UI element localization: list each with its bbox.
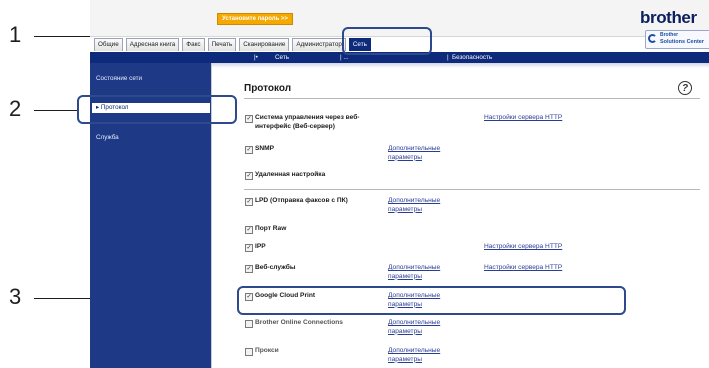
link-advanced-settings[interactable]: Дополнительные параметры	[388, 145, 458, 162]
protocol-label: LPD (Отправка факсов с ПК)	[255, 197, 348, 204]
solutions-center-line1: Brother	[660, 32, 679, 38]
checkbox-web-server[interactable]: ✓	[245, 115, 253, 123]
link-advanced-settings[interactable]: Дополнительные параметры	[388, 319, 458, 336]
tab-print[interactable]: Печать	[207, 38, 237, 51]
callout-1-highlight	[342, 27, 432, 55]
callout-2-leader	[34, 110, 77, 111]
callout-3-highlight	[237, 286, 626, 315]
solutions-center-icon	[648, 34, 657, 43]
link-advanced-settings[interactable]: Дополнительные параметры	[388, 264, 458, 281]
sidebar-item-network-status[interactable]: Состояние сети	[96, 75, 142, 82]
section-divider	[244, 189, 700, 190]
solutions-center-button[interactable]: Brother Solutions Center	[645, 30, 709, 49]
checkbox-web-services[interactable]: ✓	[245, 265, 253, 273]
callout-2-highlight	[77, 95, 237, 124]
sidebar-item-service[interactable]: Служба	[96, 134, 119, 141]
checkbox-remote-setup[interactable]: ✓	[245, 172, 253, 180]
tab-scan[interactable]: Сканирование	[239, 38, 290, 51]
subnav-network[interactable]: Сеть	[275, 52, 289, 63]
subnav-security[interactable]: Безопасность	[452, 52, 492, 63]
tab-fax[interactable]: Факс	[182, 38, 205, 51]
checkbox-brother-online[interactable]	[245, 320, 253, 328]
link-http-settings[interactable]: Настройки сервера HTTP	[484, 264, 562, 273]
page-title: Протокол	[244, 83, 292, 94]
protocol-label: Удаленная настройка	[255, 171, 326, 178]
protocol-label: Веб-службы	[255, 264, 296, 271]
link-advanced-settings[interactable]: Дополнительные параметры	[388, 197, 458, 214]
callout-3-number: 3	[9, 284, 22, 309]
content-top-shade	[212, 63, 709, 68]
set-password-button[interactable]: Установите пароль >>	[217, 13, 293, 25]
tab-administrator[interactable]: Администратор	[292, 38, 346, 51]
callout-2-number: 2	[9, 96, 22, 121]
protocol-label: Порт Raw	[255, 225, 287, 232]
tab-address-book[interactable]: Адресная книга	[125, 38, 180, 51]
link-advanced-settings[interactable]: Дополнительные параметры	[388, 347, 458, 364]
main-content: Протокол ? ✓ Система управления через ве…	[211, 63, 709, 368]
link-http-settings[interactable]: Настройки сервера HTTP	[484, 114, 562, 123]
callout-1-number: 1	[9, 22, 22, 47]
protocol-label: IPP	[255, 243, 266, 250]
main-tabs: Общие Адресная книга Факс Печать Сканиро…	[94, 38, 371, 52]
protocol-label: Прокси	[255, 347, 279, 354]
protocol-label: SNMP	[255, 145, 275, 152]
subnav-bar: |	[447, 54, 449, 61]
brother-logo: brother	[640, 8, 697, 27]
checkbox-snmp[interactable]: ✓	[245, 146, 253, 154]
tab-general[interactable]: Общие	[94, 38, 123, 51]
subnav-separator: |•	[254, 54, 258, 61]
help-icon[interactable]: ?	[678, 81, 692, 95]
checkbox-ipp[interactable]: ✓	[245, 244, 253, 252]
checkbox-lpd[interactable]: ✓	[245, 198, 253, 206]
title-divider	[244, 98, 700, 99]
solutions-center-line2: Solutions Center	[660, 39, 705, 45]
link-http-settings[interactable]: Настройки сервера HTTP	[484, 243, 562, 252]
checkbox-raw-port[interactable]: ✓	[245, 226, 253, 234]
protocol-label: Система управления через веб-интерфейс (…	[255, 114, 360, 130]
checkbox-proxy[interactable]	[245, 348, 253, 356]
